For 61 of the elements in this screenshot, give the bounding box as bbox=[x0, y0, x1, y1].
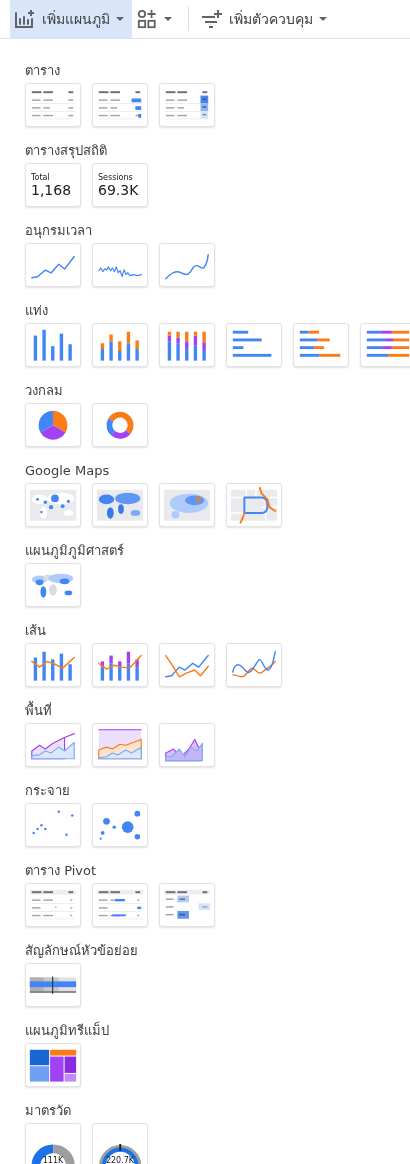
chart-type-button[interactable] bbox=[25, 403, 81, 447]
chart-type-button[interactable] bbox=[159, 323, 215, 367]
section-heading: ตาราง bbox=[25, 63, 61, 79]
section-heading: แผนภูมิทรีแม็ป bbox=[25, 1023, 110, 1039]
section-heading: สัญลักษณ์หัวข้อย่อย bbox=[25, 943, 139, 959]
chart-type-button[interactable] bbox=[159, 243, 215, 287]
chart-type-button[interactable] bbox=[25, 723, 81, 767]
chart-type-button[interactable] bbox=[25, 243, 81, 287]
chart-type-button[interactable] bbox=[226, 483, 282, 527]
shapes-add-icon bbox=[136, 9, 158, 29]
caret-icon bbox=[319, 17, 327, 21]
sparkline-icon bbox=[97, 265, 143, 278]
gauge-icon bbox=[98, 1143, 142, 1164]
filter-add-icon bbox=[201, 9, 223, 29]
caret-icon bbox=[164, 17, 172, 21]
chart-type-button[interactable] bbox=[159, 83, 215, 127]
chart-type-button[interactable]: 220.7K bbox=[92, 1123, 148, 1164]
chart-type-button[interactable] bbox=[25, 1043, 81, 1087]
section-heading: Google Maps bbox=[25, 463, 111, 479]
chart-type-button[interactable] bbox=[360, 323, 410, 367]
chart-type-button[interactable]: Total 1,168 bbox=[25, 163, 81, 207]
chart-type-button[interactable] bbox=[25, 323, 81, 367]
chart-type-button[interactable] bbox=[92, 643, 148, 687]
chart-type-button[interactable]: Sessions 69.3K bbox=[92, 163, 148, 207]
chart-type-button[interactable] bbox=[159, 643, 215, 687]
gauge-icon bbox=[30, 1144, 76, 1164]
chart-type-button[interactable] bbox=[25, 83, 81, 127]
chart-type-button[interactable] bbox=[159, 483, 215, 527]
chart-add-icon bbox=[14, 9, 36, 29]
chart-type-button[interactable] bbox=[92, 883, 148, 927]
chart-type-button[interactable] bbox=[159, 883, 215, 927]
add-chart-button[interactable]: เพิ่มแผนภูมิ bbox=[10, 0, 132, 39]
section-heading: กระจาย bbox=[25, 783, 71, 799]
chart-type-button[interactable] bbox=[226, 643, 282, 687]
chart-type-button[interactable] bbox=[92, 243, 148, 287]
chart-type-button[interactable] bbox=[25, 963, 81, 1007]
chart-type-button[interactable] bbox=[159, 723, 215, 767]
chart-type-button[interactable] bbox=[92, 403, 148, 447]
chart-type-button[interactable] bbox=[226, 323, 282, 367]
chart-type-button[interactable] bbox=[25, 643, 81, 687]
chart-type-button[interactable] bbox=[293, 323, 349, 367]
section-heading: วงกลม bbox=[25, 383, 64, 399]
section-heading: ตารางสรุปสถิติ bbox=[25, 143, 108, 159]
section-heading: เส้น bbox=[25, 623, 47, 639]
section-heading: อนุกรมเวลา bbox=[25, 223, 93, 239]
chart-type-button[interactable] bbox=[92, 723, 148, 767]
section-heading: พื้นที่ bbox=[25, 703, 53, 719]
caret-icon bbox=[116, 17, 124, 21]
section-heading: แผนภูมิภูมิศาสตร์ bbox=[25, 543, 125, 559]
chart-type-button[interactable]: 111K bbox=[25, 1123, 81, 1164]
chart-type-button[interactable] bbox=[92, 483, 148, 527]
chart-type-button[interactable] bbox=[92, 803, 148, 847]
section-heading: มาตรวัด bbox=[25, 1103, 72, 1119]
add-control-button[interactable]: เพิ่มตัวควบคุม bbox=[197, 0, 335, 39]
chart-type-button[interactable] bbox=[25, 483, 81, 527]
chart-type-button[interactable] bbox=[92, 83, 148, 127]
section-heading: แท่ง bbox=[25, 303, 49, 319]
chart-type-button[interactable] bbox=[25, 563, 81, 607]
chart-type-button[interactable] bbox=[92, 323, 148, 367]
chart-type-button[interactable] bbox=[25, 883, 81, 927]
section-heading: ตาราง Pivot bbox=[25, 863, 98, 879]
